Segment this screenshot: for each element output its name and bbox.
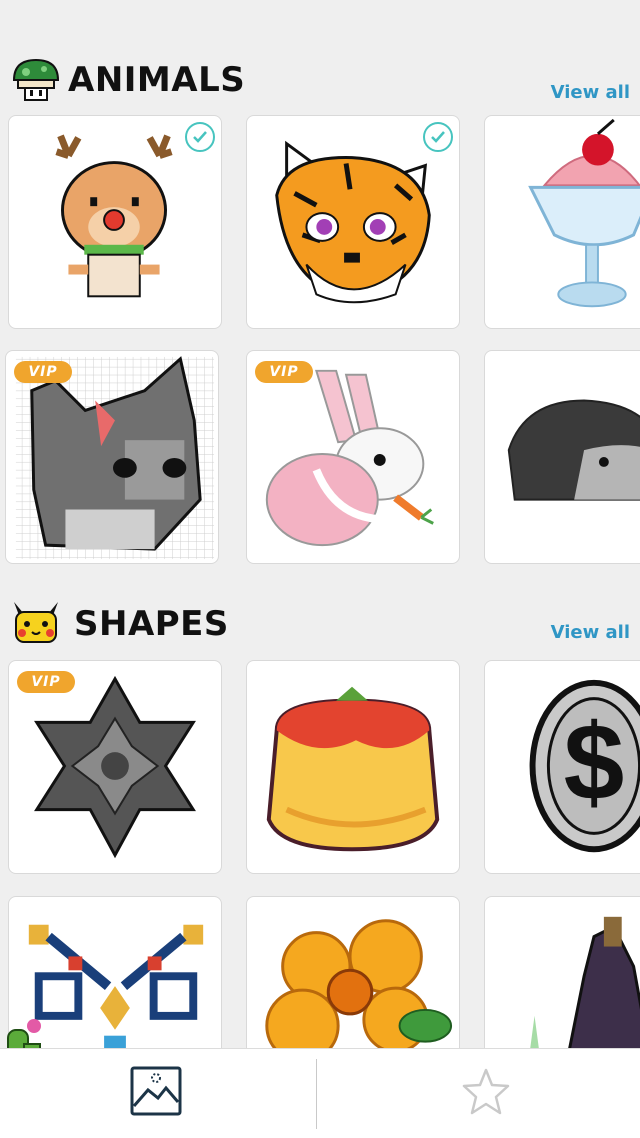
pudding-art [266,686,440,852]
tab-favorites[interactable] [317,1049,633,1138]
tab-gallery[interactable] [0,1049,316,1138]
completed-check-icon [185,122,215,152]
artwork-card-ice-cream-sundae[interactable] [484,115,640,329]
view-all-animals-link[interactable]: View all [551,82,630,103]
mushroom-icon [12,58,60,101]
artwork-card-gray-cat[interactable]: VIP [5,350,219,564]
vip-badge: VIP [255,361,313,383]
section-header-shapes: SHAPES View all [0,596,640,652]
image-icon [130,1066,182,1116]
pikachu-icon [14,602,58,643]
artwork-card-pudding[interactable] [246,660,460,874]
artwork-card-tiger[interactable] [246,115,460,329]
artwork-card-gray-star[interactable]: VIP [8,660,222,874]
star-icon [462,1068,510,1115]
svg-text:$: $ [564,702,625,824]
hedgehog-art [507,399,640,501]
section-title: SHAPES [74,604,229,644]
artwork-card-pink-bunny[interactable]: VIP [246,350,460,564]
section-title: ANIMALS [68,60,246,100]
vip-badge: VIP [14,361,72,383]
bottom-tab-bar [0,1048,640,1138]
ice-cream-art [528,118,640,308]
artwork-card-reindeer[interactable] [8,115,222,329]
dollar-coin-art: $ [529,679,640,853]
section-header-animals: ANIMALS View all [0,56,640,112]
artwork-card-dollar-coin[interactable]: $ [484,660,640,874]
vip-badge: VIP [17,671,75,693]
view-all-shapes-link[interactable]: View all [551,622,630,643]
artwork-card-hedgehog[interactable] [484,350,640,564]
completed-check-icon [423,122,453,152]
